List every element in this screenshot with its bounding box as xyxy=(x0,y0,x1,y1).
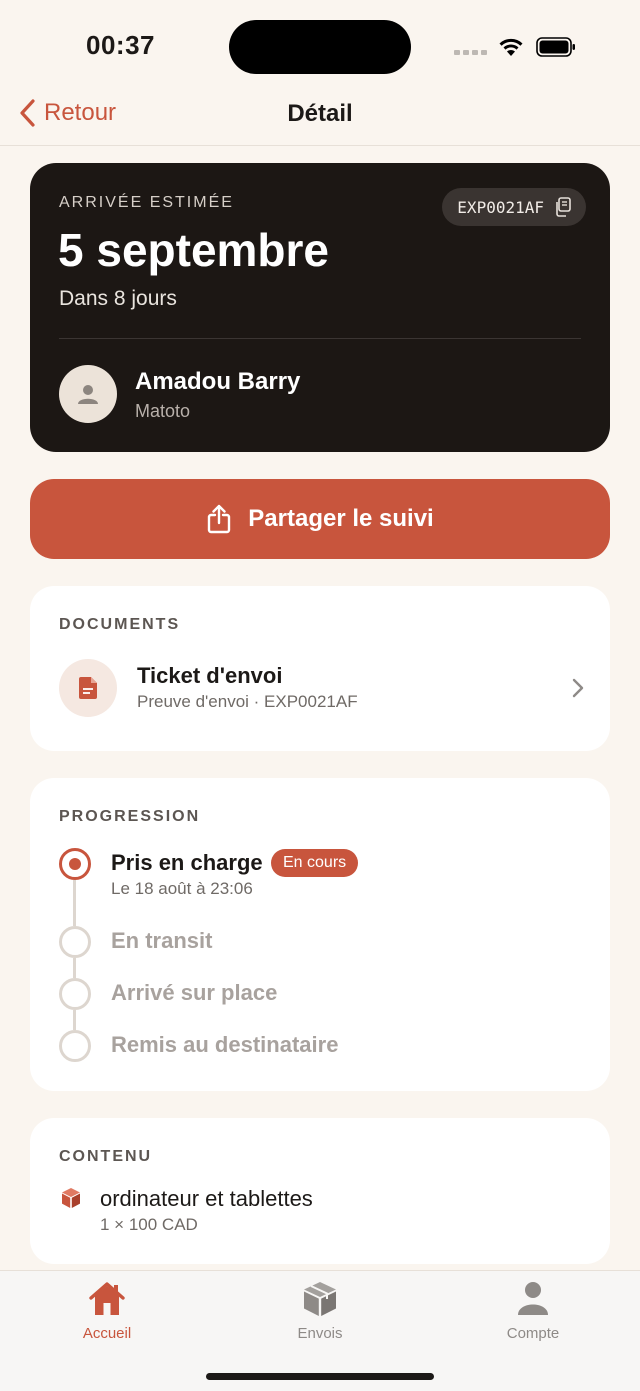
step-indicator-active xyxy=(59,848,91,880)
status-bar: 00:37 xyxy=(0,0,640,90)
timeline-connector xyxy=(73,958,76,978)
status-time: 00:37 xyxy=(86,30,155,60)
timeline-connector xyxy=(73,880,76,926)
share-button-label: Partager le suivi xyxy=(248,505,434,532)
content-item-quantity: 1 × 100 CAD xyxy=(100,1215,198,1234)
house-icon xyxy=(89,1282,125,1315)
estimated-arrival-label: ARRIVÉE ESTIMÉE xyxy=(59,194,234,211)
step-indicator xyxy=(59,1030,91,1062)
tab-account[interactable]: Compte xyxy=(463,1279,603,1342)
estimated-arrival-card: ARRIVÉE ESTIMÉE EXP0021AF 5 septembre Da… xyxy=(30,163,610,452)
arrival-countdown: Dans 8 jours xyxy=(59,287,177,310)
tab-shipments[interactable]: Envois xyxy=(250,1279,390,1342)
step-title: En transit xyxy=(111,928,213,953)
documents-label: DOCUMENTS xyxy=(59,616,181,633)
step-date: Le 18 août à 23:06 xyxy=(111,879,253,898)
document-subtitle: Preuve d'envoi · EXP0021AF xyxy=(137,692,358,711)
navigation-bar: Retour Détail xyxy=(0,90,640,146)
divider xyxy=(59,338,581,339)
home-indicator[interactable] xyxy=(206,1373,434,1380)
arrival-date: 5 septembre xyxy=(58,224,330,276)
battery-icon xyxy=(536,37,575,57)
avatar xyxy=(59,365,117,423)
tracking-code-chip[interactable]: EXP0021AF xyxy=(442,188,586,226)
step-indicator xyxy=(59,978,91,1010)
step-indicator xyxy=(59,926,91,958)
person-icon xyxy=(78,385,98,404)
tracking-code: EXP0021AF xyxy=(457,197,544,217)
tab-label: Envois xyxy=(297,1325,343,1342)
content-item-name: ordinateur et tablettes xyxy=(100,1186,313,1211)
chevron-right-icon xyxy=(572,678,584,698)
copy-icon xyxy=(556,197,571,217)
share-icon xyxy=(208,504,231,534)
share-tracking-button[interactable]: Partager le suivi xyxy=(30,479,610,559)
package-icon xyxy=(62,1188,80,1208)
document-title: Ticket d'envoi xyxy=(137,663,283,688)
tab-home[interactable]: Accueil xyxy=(37,1279,177,1342)
step-title: Pris en charge xyxy=(111,850,263,875)
cellular-signal-icon xyxy=(454,50,487,55)
tab-label: Compte xyxy=(506,1325,560,1342)
recipient-name: Amadou Barry xyxy=(135,368,301,395)
tab-label: Accueil xyxy=(82,1325,132,1342)
contents-label: CONTENU xyxy=(59,1148,153,1165)
progression-label: PROGRESSION xyxy=(59,808,201,825)
status-badge: En cours xyxy=(271,849,359,877)
step-title: Remis au destinataire xyxy=(111,1032,339,1057)
document-icon xyxy=(79,677,97,699)
wifi-icon xyxy=(499,38,523,56)
documents-card: DOCUMENTS Ticket d'envoi Preuve d'envoi … xyxy=(30,586,610,751)
recipient-place: Matoto xyxy=(135,401,191,421)
timeline-connector xyxy=(73,1010,76,1030)
tracking-detail-screen: 00:37 Retour Détail ARRIVÉE ESTIMÉE EXP0… xyxy=(0,0,640,1391)
contents-card: CONTENU ordinateur et tablettes 1 × 100 … xyxy=(30,1118,610,1264)
document-icon-wrap xyxy=(59,659,117,717)
page-title: Détail xyxy=(287,100,353,127)
dynamic-island xyxy=(229,20,411,74)
step-title: Arrivé sur place xyxy=(111,980,278,1005)
person-icon xyxy=(518,1282,548,1315)
package-icon xyxy=(304,1282,336,1316)
progression-card: PROGRESSION Pris en charge En cours Le 1… xyxy=(30,778,610,1091)
